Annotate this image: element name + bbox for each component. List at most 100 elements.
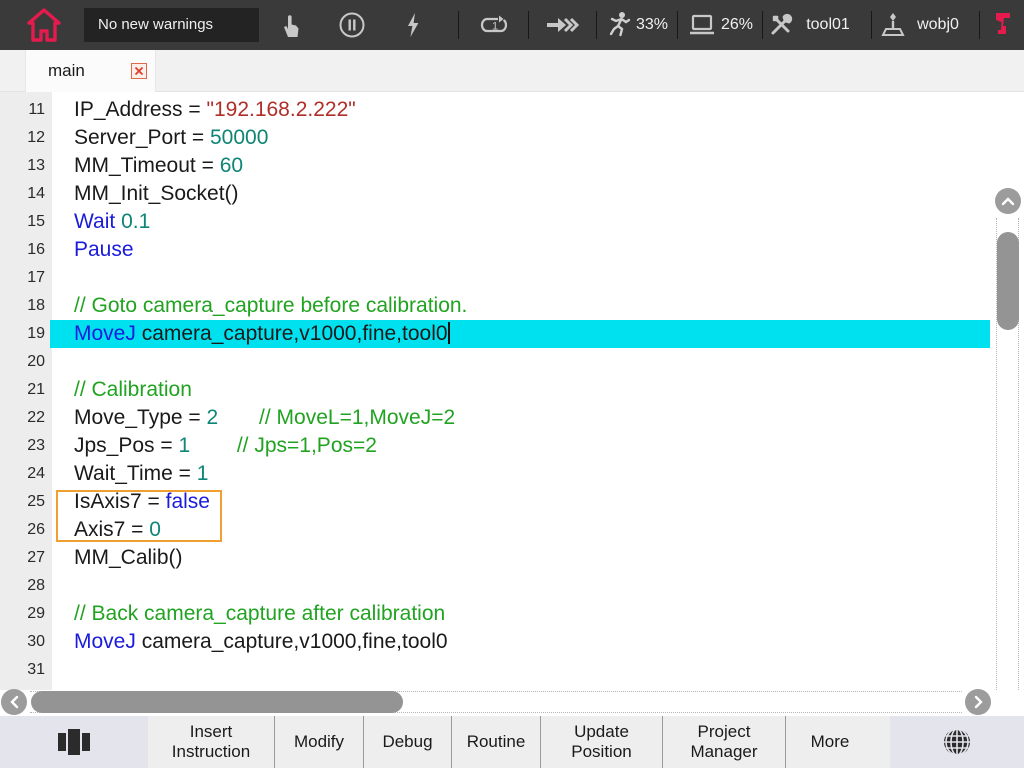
- code-text: MM_Calib(): [74, 544, 183, 572]
- code-line-14[interactable]: 14 MM_Init_Socket(): [0, 180, 1024, 208]
- code-line-20[interactable]: 20: [0, 348, 1024, 376]
- code-line-12[interactable]: 12 Server_Port = 50000: [0, 124, 1024, 152]
- globe-icon: [940, 725, 974, 759]
- fast-forward-icon: [545, 13, 581, 37]
- line-number: 18: [0, 292, 45, 320]
- line-number: 17: [0, 264, 45, 292]
- tools-icon: [767, 11, 795, 39]
- wobj-selector[interactable]: [879, 11, 907, 39]
- line-number: 30: [0, 628, 45, 656]
- topbar-divider: [677, 11, 678, 39]
- text-cursor: [448, 322, 450, 344]
- topbar-divider: [596, 11, 597, 39]
- scroll-left-button[interactable]: [1, 689, 27, 715]
- running-person-icon: [607, 10, 633, 40]
- tool-name-label: tool01: [806, 16, 850, 34]
- code-text: Pause: [74, 236, 134, 264]
- teach-pendant-screen: No new warnings: [0, 0, 1024, 768]
- step-forward-button[interactable]: [545, 13, 581, 37]
- topbar-divider: [979, 11, 980, 39]
- topbar-divider: [528, 11, 529, 39]
- toolbar-buttons: Insert InstructionModifyDebugRoutineUpda…: [148, 716, 874, 768]
- code-text: Wait 0.1: [74, 208, 150, 236]
- run-mode-button[interactable]: 1: [479, 12, 509, 38]
- routine-button[interactable]: Routine: [451, 716, 540, 768]
- line-number: 31: [0, 656, 45, 684]
- code-line-13[interactable]: 13MM_Timeout = 60: [0, 152, 1024, 180]
- chevron-right-icon: [974, 695, 983, 709]
- home-icon: [22, 4, 66, 46]
- topbar-divider: [762, 11, 763, 39]
- tool-selector[interactable]: [767, 11, 795, 39]
- axis7-highlight-box: [56, 490, 222, 542]
- warning-status-box[interactable]: No new warnings: [84, 8, 259, 42]
- horizontal-scrollbar-thumb[interactable]: [31, 691, 403, 713]
- code-line-17[interactable]: 17: [0, 264, 1024, 292]
- code-line-28[interactable]: 28: [0, 572, 1024, 600]
- code-text: MM_Init_Socket(): [74, 180, 239, 208]
- project-manager-button[interactable]: Project Manager: [662, 716, 785, 768]
- code-text: // Back camera_capture after calibration: [74, 600, 445, 628]
- top-status-bar: No new warnings: [0, 0, 1024, 50]
- code-text: Wait_Time = 1: [74, 460, 208, 488]
- monitor-indicator[interactable]: [687, 13, 717, 37]
- vertical-scrollbar[interactable]: [992, 184, 1024, 768]
- code-text: Server_Port = 50000: [74, 124, 268, 152]
- code-line-31[interactable]: 31: [0, 656, 1024, 684]
- tab-main[interactable]: main: [25, 50, 156, 92]
- code-line-11[interactable]: 11IP_Address = "192.168.2.222": [0, 96, 1024, 124]
- hand-icon: [277, 11, 303, 39]
- robot-arm-icon: [991, 10, 1015, 40]
- scroll-up-button[interactable]: [995, 188, 1021, 214]
- hand-guide-button[interactable]: [277, 11, 303, 39]
- language-button[interactable]: [890, 716, 1024, 768]
- code-line-27[interactable]: 27 MM_Calib(): [0, 544, 1024, 572]
- line-number: 14: [0, 180, 45, 208]
- more-button[interactable]: More: [785, 716, 874, 768]
- debug-button[interactable]: Debug: [363, 716, 451, 768]
- line-number: 16: [0, 236, 45, 264]
- code-text: MoveJ camera_capture,v1000,fine,tool0: [74, 320, 450, 348]
- bottom-toolbar: Insert InstructionModifyDebugRoutineUpda…: [0, 716, 1024, 768]
- line-number: 13: [0, 152, 45, 180]
- code-line-18[interactable]: 18// Goto camera_capture before calibrat…: [0, 292, 1024, 320]
- code-line-22[interactable]: 22Move_Type = 2 // MoveL=1,MoveJ=2: [0, 404, 1024, 432]
- speed-indicator[interactable]: [607, 10, 633, 40]
- pause-button[interactable]: [338, 11, 366, 39]
- code-line-29[interactable]: 29 // Back camera_capture after calibrati…: [0, 600, 1024, 628]
- tab-close-button[interactable]: [131, 63, 147, 79]
- vertical-scrollbar-thumb[interactable]: [997, 232, 1019, 330]
- home-button[interactable]: [22, 4, 66, 46]
- robot-brand-logo: [991, 10, 1015, 40]
- code-line-30[interactable]: 30MoveJ camera_capture,v1000,fine,tool0: [0, 628, 1024, 656]
- code-line-16[interactable]: 16 Pause: [0, 236, 1024, 264]
- scroll-right-button[interactable]: [965, 689, 991, 715]
- insert-instruction-button[interactable]: Insert Instruction: [148, 716, 274, 768]
- line-number: 27: [0, 544, 45, 572]
- topbar-divider: [871, 11, 872, 39]
- code-line-15[interactable]: 15Wait 0.1: [0, 208, 1024, 236]
- editor-tab-strip: main: [0, 50, 1024, 92]
- line-number: 23: [0, 432, 45, 460]
- code-editor[interactable]: 11IP_Address = "192.168.2.222"12 Server_P…: [0, 92, 1024, 690]
- horizontal-scrollbar[interactable]: [0, 690, 1024, 716]
- line-number: 26: [0, 516, 45, 544]
- code-line-23[interactable]: 23 Jps_Pos = 1 // Jps=1,Pos=2: [0, 432, 1024, 460]
- line-number: 29: [0, 600, 45, 628]
- line-number: 12: [0, 124, 45, 152]
- power-button[interactable]: [404, 11, 422, 39]
- update-position-button[interactable]: Update Position: [540, 716, 662, 768]
- laptop-icon: [687, 13, 717, 37]
- modify-button[interactable]: Modify: [274, 716, 363, 768]
- line-number: 21: [0, 376, 45, 404]
- line-number: 20: [0, 348, 45, 376]
- chevron-up-icon: [1001, 197, 1015, 206]
- wobj-name-label: wobj0: [917, 16, 959, 34]
- code-text: Jps_Pos = 1 // Jps=1,Pos=2: [74, 432, 377, 460]
- code-text: Move_Type = 2 // MoveL=1,MoveJ=2: [74, 404, 455, 432]
- panel-toggle-button[interactable]: [0, 716, 148, 768]
- code-line-19[interactable]: 19MoveJ camera_capture,v1000,fine,tool0: [0, 320, 1024, 348]
- code-line-21[interactable]: 21// Calibration: [0, 376, 1024, 404]
- code-line-24[interactable]: 24Wait_Time = 1: [0, 460, 1024, 488]
- line-number: 25: [0, 488, 45, 516]
